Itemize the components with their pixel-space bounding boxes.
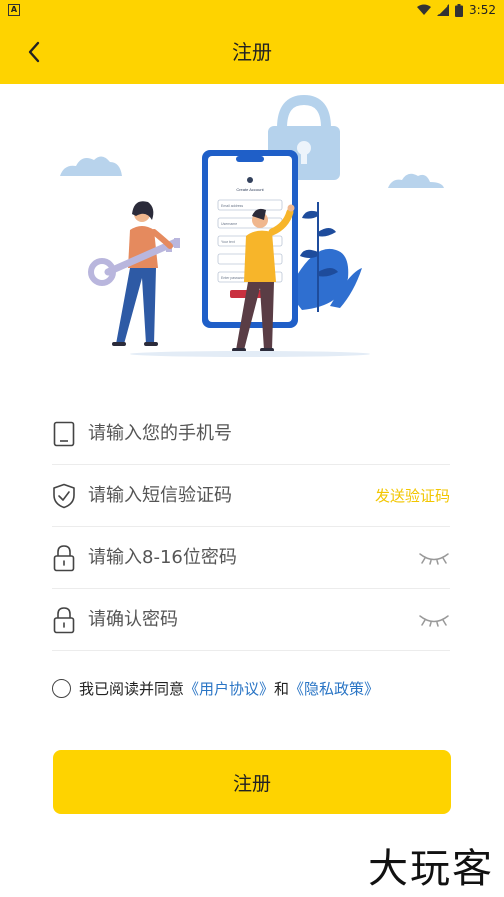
register-button[interactable]: 注册 [53,750,451,814]
signal-icon [437,4,450,16]
sms-code-input[interactable] [88,475,375,516]
watermark-logo: 大玩客 [368,846,494,892]
user-agreement-link[interactable]: 《用户协议》 [184,678,274,699]
password-input[interactable] [88,537,418,578]
register-form: 发送验证码 [52,403,450,651]
confirm-password-input[interactable] [88,599,418,640]
code-row: 发送验证码 [52,465,450,527]
register-illustration: Create Account Email address Username Yo… [60,94,444,357]
illustration-screen-title: Create Account [236,187,264,192]
confirm-password-row [52,589,450,651]
page-title: 注册 [232,40,272,64]
privacy-policy-link[interactable]: 《隐私政策》 [289,678,379,699]
phone-icon [52,420,76,448]
eye-closed-icon[interactable] [418,610,450,630]
lock-icon [52,606,76,634]
illustration-field-3: Your text [221,240,235,244]
agreement-and: 和 [274,680,290,698]
illustration-field-2: Username [221,222,237,226]
agreement-row: 我已阅读并同意 《用户协议》 和 《隐私政策》 [52,678,379,699]
app-notification-icon: A [8,4,20,16]
shield-check-icon [52,482,76,510]
illustration-field-4: Enter password [221,276,245,280]
wifi-icon [417,4,432,15]
status-bar: A 3:52 [0,0,504,20]
phone-input[interactable] [88,413,450,454]
agreement-prefix: 我已阅读并同意 [79,680,185,698]
app-bar: 注册 [0,20,504,84]
send-code-button[interactable]: 发送验证码 [375,485,450,506]
password-row [52,527,450,589]
battery-icon [455,3,464,17]
status-time: 3:52 [469,3,496,17]
eye-closed-icon[interactable] [418,548,450,568]
phone-row [52,403,450,465]
illustration-field-1: Email address [221,204,243,208]
agree-radio[interactable] [52,679,71,698]
lock-icon [52,544,76,572]
